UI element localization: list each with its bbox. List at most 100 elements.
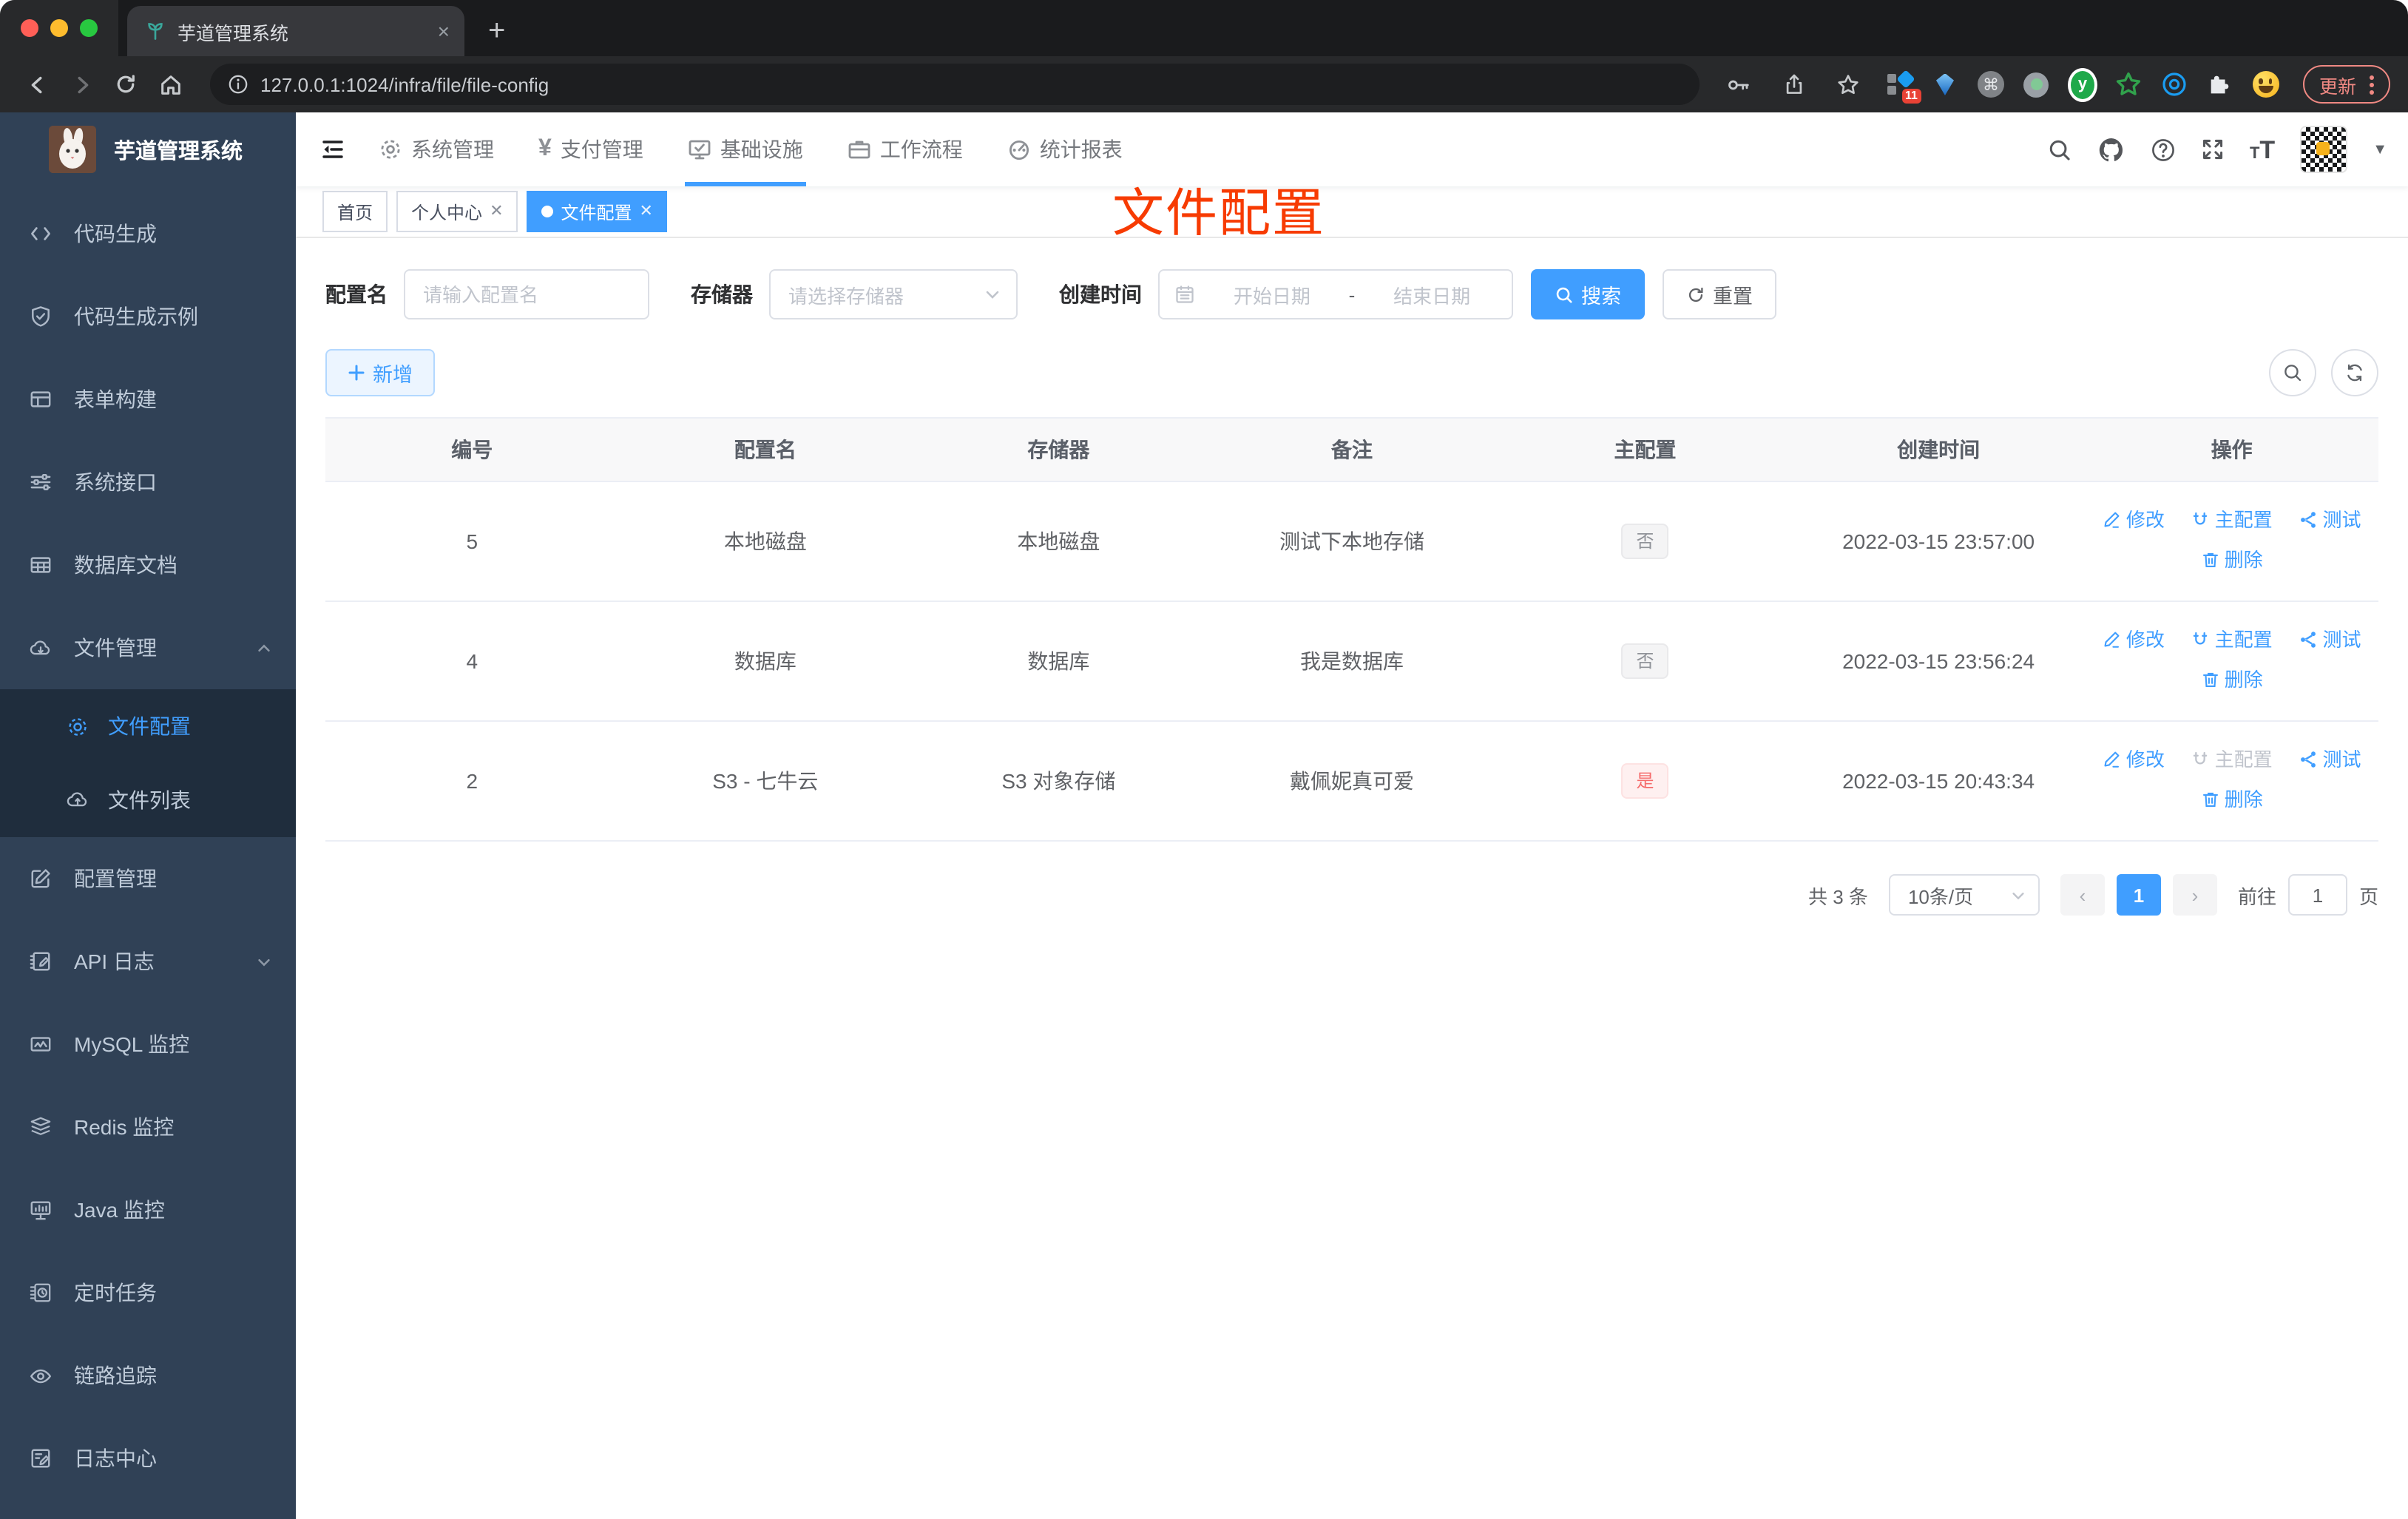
edit-link[interactable]: 修改 <box>2103 501 2165 538</box>
reload-icon[interactable] <box>106 65 145 104</box>
extension-dot-icon[interactable] <box>2022 70 2052 99</box>
home-icon[interactable] <box>151 65 189 104</box>
sidebar-item-java-monitor[interactable]: Java 监控 <box>0 1168 296 1251</box>
tab-infrastructure[interactable]: 基础设施 <box>684 112 806 186</box>
collapse-sidebar-icon[interactable] <box>319 136 346 163</box>
browser-tab[interactable]: 芋道管理系统 × <box>127 6 464 56</box>
page-size-select[interactable]: 10条/页 <box>1888 874 2040 916</box>
view-tab-file-config[interactable]: 文件配置 ✕ <box>527 191 668 232</box>
share-icon[interactable] <box>1775 65 1813 104</box>
goto-label: 前往 <box>2237 885 2276 907</box>
extension-eye-icon[interactable] <box>2160 70 2189 99</box>
extension-balloon-icon[interactable] <box>1930 70 1960 99</box>
mysql-monitor-icon <box>30 1032 52 1056</box>
sidebar-item-config-management[interactable]: 配置管理 <box>0 837 296 920</box>
forward-icon[interactable] <box>62 65 101 104</box>
current-page-button[interactable]: 1 <box>2116 874 2161 916</box>
test-link[interactable]: 测试 <box>2299 501 2361 538</box>
sidebar-item-api-log[interactable]: API 日志 <box>0 920 296 1003</box>
code-icon <box>30 222 52 246</box>
hide-search-button[interactable] <box>2269 349 2316 396</box>
tab-statistics[interactable]: 统计报表 <box>1007 112 1123 186</box>
page-size-value: 10条/页 <box>1907 885 1974 907</box>
yen-icon: ¥ <box>538 136 552 161</box>
window-controls[interactable] <box>0 0 118 56</box>
sidebar-item-code-gen[interactable]: 代码生成 <box>0 192 296 275</box>
table-row: 4 数据库 数据库 我是数据库 否 2022-03-15 23:56:24 修改… <box>325 601 2378 722</box>
github-icon[interactable] <box>2097 135 2125 163</box>
search-icon[interactable] <box>2047 137 2072 162</box>
delete-link[interactable]: 删除 <box>2201 541 2263 578</box>
date-range-picker[interactable]: 开始日期 - 结束日期 <box>1158 269 1513 319</box>
test-link[interactable]: 测试 <box>2299 741 2361 778</box>
sidebar-item-mysql-monitor[interactable]: MySQL 监控 <box>0 1003 296 1086</box>
prev-page-button[interactable]: ‹ <box>2060 874 2105 916</box>
extension-star-icon[interactable] <box>2114 70 2143 99</box>
refresh-button[interactable] <box>2331 349 2378 396</box>
close-icon[interactable]: ✕ <box>490 203 503 220</box>
sidebar-item-log-center[interactable]: 日志中心 <box>0 1417 296 1500</box>
tab-system-management[interactable]: 系统管理 <box>379 112 494 186</box>
fullscreen-icon[interactable] <box>2201 138 2225 161</box>
profile-emoji-icon[interactable] <box>2251 70 2281 99</box>
tab-workflow[interactable]: 工作流程 <box>848 112 963 186</box>
master-config-link-disabled: 主配置 <box>2191 741 2273 778</box>
edit-link[interactable]: 修改 <box>2103 621 2165 658</box>
extension-command-icon[interactable]: ⌘ <box>1976 70 2006 99</box>
master-config-link[interactable]: 主配置 <box>2191 621 2273 658</box>
test-link[interactable]: 测试 <box>2299 621 2361 658</box>
storage-select[interactable]: 请选择存储器 <box>769 269 1018 319</box>
sidebar-item-trace[interactable]: 链路追踪 <box>0 1334 296 1417</box>
add-button-label: 新增 <box>373 364 413 386</box>
reset-button[interactable]: 重置 <box>1663 269 1776 319</box>
back-icon[interactable] <box>18 65 56 104</box>
delete-link[interactable]: 删除 <box>2201 781 2263 818</box>
next-page-button[interactable]: › <box>2172 874 2217 916</box>
goto-page-input[interactable] <box>2287 874 2347 916</box>
table-row: 2 S3 - 七牛云 S3 对象存储 戴佩妮真可爱 是 2022-03-15 2… <box>325 721 2378 842</box>
tab-close-icon[interactable]: × <box>438 21 450 41</box>
font-size-icon[interactable]: TT <box>2250 137 2275 162</box>
new-tab-button[interactable]: + <box>488 16 505 46</box>
sidebar-item-file-config[interactable]: 文件配置 <box>0 689 296 763</box>
sidebar-item-file-management[interactable]: 文件管理 <box>0 606 296 689</box>
sidebar-item-db-doc[interactable]: 数据库文档 <box>0 524 296 606</box>
view-tab-home[interactable]: 首页 <box>322 191 388 232</box>
zoom-window-button[interactable] <box>80 19 98 37</box>
cell-storage: 数据库 <box>912 601 1205 722</box>
passwords-key-icon[interactable] <box>1720 65 1759 104</box>
sidebar-item-system-api[interactable]: 系统接口 <box>0 441 296 524</box>
browser-update-button[interactable]: 更新 <box>2302 65 2390 104</box>
search-button[interactable]: 搜索 <box>1531 269 1645 319</box>
master-config-link[interactable]: 主配置 <box>2191 501 2273 538</box>
help-icon[interactable] <box>2151 137 2176 162</box>
tab-label: 系统管理 <box>411 138 494 161</box>
minimize-window-button[interactable] <box>50 19 68 37</box>
delete-link[interactable]: 删除 <box>2201 661 2263 698</box>
pagination: 共 3 条 10条/页 ‹ 1 › 前往 页 <box>325 874 2378 916</box>
sidebar-item-scheduled-tasks[interactable]: 定时任务 <box>0 1251 296 1334</box>
extension-tango-icon[interactable]: 11 <box>1884 70 1921 104</box>
sidebar-item-file-list[interactable]: 文件列表 <box>0 763 296 837</box>
caret-down-icon[interactable]: ▼ <box>2373 141 2387 158</box>
app-logo[interactable]: 芋道管理系统 <box>0 112 296 186</box>
bookmark-star-icon[interactable] <box>1830 65 1868 104</box>
menu-kebab-icon[interactable] <box>2370 75 2374 94</box>
tab-payment-management[interactable]: ¥ 支付管理 <box>538 112 643 186</box>
sidebar-item-form-builder[interactable]: 表单构建 <box>0 358 296 441</box>
sidebar-item-label: MySQL 监控 <box>74 1032 190 1056</box>
avatar[interactable] <box>2300 126 2348 173</box>
close-window-button[interactable] <box>21 19 38 37</box>
edit-link[interactable]: 修改 <box>2103 741 2165 778</box>
extension-y-icon[interactable]: y <box>2067 67 2097 101</box>
config-name-input[interactable] <box>404 269 649 319</box>
cell-created: 2022-03-15 23:57:00 <box>1791 481 2086 602</box>
view-tab-profile[interactable]: 个人中心 ✕ <box>396 191 518 232</box>
close-icon[interactable]: ✕ <box>640 203 653 220</box>
sidebar-item-code-demo[interactable]: 代码生成示例 <box>0 275 296 358</box>
site-info-icon[interactable] <box>228 74 248 95</box>
extensions-puzzle-icon[interactable] <box>2205 70 2235 99</box>
sidebar-item-redis-monitor[interactable]: Redis 监控 <box>0 1086 296 1168</box>
address-bar[interactable]: 127.0.0.1:1024/infra/file/file-config <box>210 64 1700 105</box>
add-button[interactable]: 新增 <box>325 349 435 396</box>
